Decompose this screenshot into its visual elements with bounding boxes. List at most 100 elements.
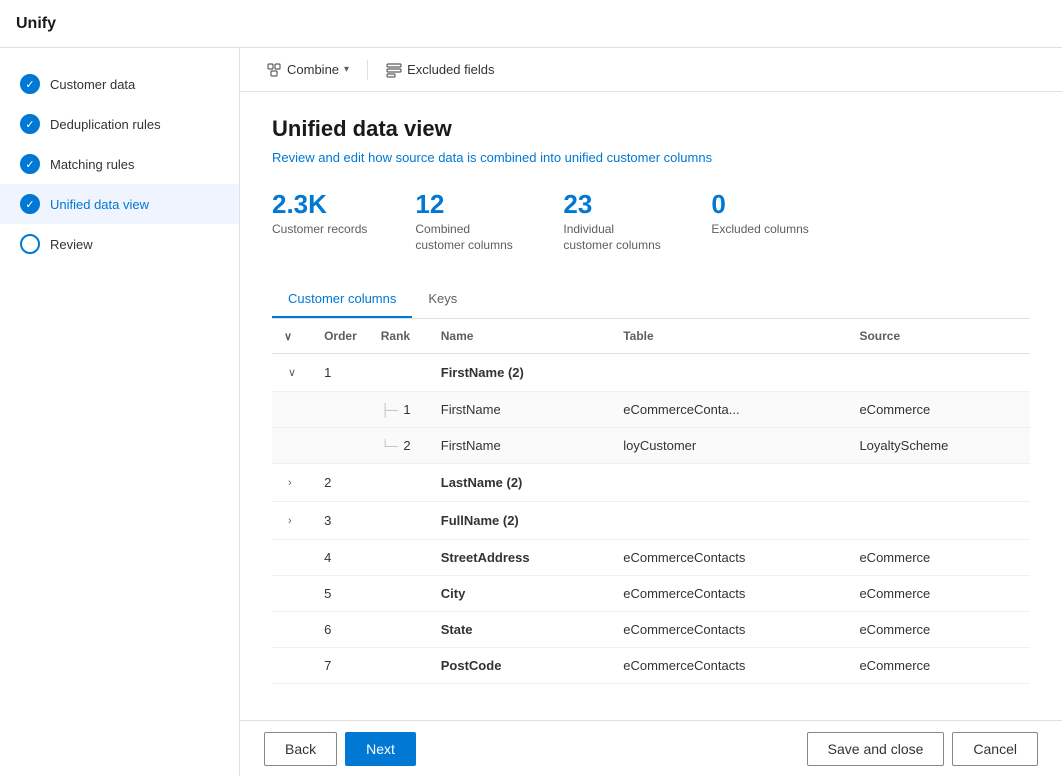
row-rank bbox=[369, 354, 429, 392]
table-row: ├─ 1 FirstName eCommerceConta... eCommer… bbox=[272, 392, 1030, 428]
row-name: FirstName bbox=[429, 392, 611, 428]
stats-row: 2.3K Customer records 12 Combined custom… bbox=[272, 189, 1030, 253]
combine-icon bbox=[266, 62, 282, 78]
footer: Back Next Save and close Cancel bbox=[240, 720, 1062, 776]
row-order: 2 bbox=[312, 464, 369, 502]
stat-number-excluded-columns: 0 bbox=[711, 189, 725, 220]
sidebar: ✓ Customer data ✓ Deduplication rules ✓ … bbox=[0, 48, 240, 776]
stat-individual-columns: 23 Individual customer columns bbox=[563, 189, 663, 253]
combine-chevron-icon: ▾ bbox=[344, 64, 349, 75]
table-body: ∨ 1 FirstName (2) bbox=[272, 354, 1030, 684]
sidebar-item-deduplication-rules[interactable]: ✓ Deduplication rules bbox=[0, 104, 239, 144]
excluded-fields-label: Excluded fields bbox=[407, 62, 494, 77]
back-button[interactable]: Back bbox=[264, 732, 337, 766]
check-icon: ✓ bbox=[25, 78, 34, 91]
sidebar-label-deduplication-rules: Deduplication rules bbox=[50, 117, 161, 132]
stat-excluded-columns: 0 Excluded columns bbox=[711, 189, 808, 253]
row-table: eCommerceConta... bbox=[611, 392, 847, 428]
row-table: eCommerceContacts bbox=[611, 576, 847, 612]
stat-number-customer-records: 2.3K bbox=[272, 189, 327, 220]
table-row: 7 PostCode eCommerceContacts eCommerce bbox=[272, 648, 1030, 684]
th-rank: Rank bbox=[369, 319, 429, 354]
th-source: Source bbox=[847, 319, 1030, 354]
sidebar-status-deduplication-rules: ✓ bbox=[20, 114, 40, 134]
row-rank bbox=[369, 540, 429, 576]
sort-icon: ∨ bbox=[284, 331, 292, 343]
row-rank bbox=[369, 502, 429, 540]
app-title: Unify bbox=[16, 15, 56, 33]
stat-number-combined-columns: 12 bbox=[415, 189, 444, 220]
row-name: City bbox=[429, 576, 611, 612]
page-title: Unified data view bbox=[272, 116, 1030, 142]
main-content: Combine ▾ Excluded fields Unif bbox=[240, 48, 1062, 776]
row-source: eCommerce bbox=[847, 648, 1030, 684]
tab-customer-columns[interactable]: Customer columns bbox=[272, 281, 412, 318]
row-table bbox=[611, 464, 847, 502]
stat-label-combined-columns: Combined customer columns bbox=[415, 222, 515, 253]
rank-value: 1 bbox=[403, 402, 410, 417]
row-name: LastName (2) bbox=[429, 464, 611, 502]
sidebar-item-customer-data[interactable]: ✓ Customer data bbox=[0, 64, 239, 104]
collapse-button[interactable]: ∨ bbox=[284, 364, 300, 381]
excluded-fields-button[interactable]: Excluded fields bbox=[376, 56, 504, 84]
expand-button-fullname[interactable]: › bbox=[284, 513, 296, 529]
th-order: Order bbox=[312, 319, 369, 354]
tree-line-icon-2: └─ bbox=[381, 439, 398, 453]
sidebar-label-review: Review bbox=[50, 237, 93, 252]
row-name: FirstName bbox=[429, 428, 611, 464]
row-order: 6 bbox=[312, 612, 369, 648]
combine-button[interactable]: Combine ▾ bbox=[256, 56, 359, 84]
footer-left: Back Next bbox=[264, 732, 416, 766]
table-row: 5 City eCommerceContacts eCommerce bbox=[272, 576, 1030, 612]
row-order: 4 bbox=[312, 540, 369, 576]
row-source bbox=[847, 464, 1030, 502]
row-name: StreetAddress bbox=[429, 540, 611, 576]
row-table: eCommerceContacts bbox=[611, 648, 847, 684]
th-expand: ∨ bbox=[272, 319, 312, 354]
table-row: › 2 LastName (2) bbox=[272, 464, 1030, 502]
save-close-button[interactable]: Save and close bbox=[807, 732, 945, 766]
row-rank bbox=[369, 612, 429, 648]
row-source: eCommerce bbox=[847, 576, 1030, 612]
excluded-fields-icon bbox=[386, 62, 402, 78]
next-button[interactable]: Next bbox=[345, 732, 416, 766]
stat-label-individual-columns: Individual customer columns bbox=[563, 222, 663, 253]
tab-keys[interactable]: Keys bbox=[412, 281, 473, 318]
row-table bbox=[611, 354, 847, 392]
row-order: 3 bbox=[312, 502, 369, 540]
table-row: 6 State eCommerceContacts eCommerce bbox=[272, 612, 1030, 648]
stat-customer-records: 2.3K Customer records bbox=[272, 189, 367, 253]
sidebar-status-matching-rules: ✓ bbox=[20, 154, 40, 174]
sidebar-item-review[interactable]: Review bbox=[0, 224, 239, 264]
toolbar: Combine ▾ Excluded fields bbox=[240, 48, 1062, 92]
expand-button-lastname[interactable]: › bbox=[284, 475, 296, 491]
stat-label-customer-records: Customer records bbox=[272, 222, 367, 238]
sidebar-label-unified-data-view: Unified data view bbox=[50, 197, 149, 212]
content-wrapper: ✓ Customer data ✓ Deduplication rules ✓ … bbox=[0, 48, 1062, 776]
combine-label: Combine bbox=[287, 62, 339, 77]
check-icon-4: ✓ bbox=[25, 198, 34, 211]
sidebar-status-unified-data-view: ✓ bbox=[20, 194, 40, 214]
sidebar-item-matching-rules[interactable]: ✓ Matching rules bbox=[0, 144, 239, 184]
row-table: loyCustomer bbox=[611, 428, 847, 464]
table-row: └─ 2 FirstName loyCustomer LoyaltyScheme bbox=[272, 428, 1030, 464]
row-name: FirstName (2) bbox=[429, 354, 611, 392]
cancel-button[interactable]: Cancel bbox=[952, 732, 1038, 766]
check-icon-3: ✓ bbox=[25, 158, 34, 171]
tabs: Customer columns Keys bbox=[272, 281, 1030, 319]
row-table: eCommerceContacts bbox=[611, 540, 847, 576]
stat-number-individual-columns: 23 bbox=[563, 189, 592, 220]
row-source bbox=[847, 502, 1030, 540]
check-icon-2: ✓ bbox=[25, 118, 34, 131]
sidebar-label-matching-rules: Matching rules bbox=[50, 157, 135, 172]
table-header-row: ∨ Order Rank Name bbox=[272, 319, 1030, 354]
tree-line-icon: ├─ bbox=[381, 403, 398, 417]
row-rank bbox=[369, 648, 429, 684]
toolbar-separator bbox=[367, 60, 368, 80]
row-table: eCommerceContacts bbox=[611, 612, 847, 648]
sidebar-item-unified-data-view[interactable]: ✓ Unified data view bbox=[0, 184, 239, 224]
top-bar: Unify bbox=[0, 0, 1062, 48]
row-table bbox=[611, 502, 847, 540]
sidebar-label-customer-data: Customer data bbox=[50, 77, 135, 92]
row-order: 1 bbox=[312, 354, 369, 392]
